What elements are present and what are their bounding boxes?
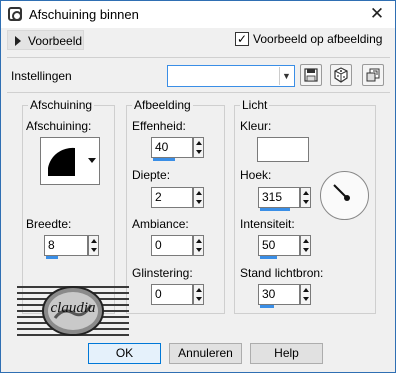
window-title: Afschuining binnen bbox=[29, 7, 139, 22]
intensity-input[interactable]: 50 bbox=[258, 235, 300, 256]
intensity-label: Intensiteit: bbox=[240, 217, 295, 231]
depth-input[interactable]: 2 bbox=[151, 187, 193, 208]
expand-triangle-icon bbox=[15, 36, 21, 46]
ambience-spin-buttons[interactable] bbox=[193, 235, 204, 256]
randomize-button[interactable] bbox=[330, 64, 352, 86]
angle-label: Hoek: bbox=[240, 168, 272, 182]
ok-button[interactable]: OK bbox=[88, 343, 161, 364]
angle-dial[interactable] bbox=[320, 171, 369, 220]
chevron-down-icon[interactable]: ▼ bbox=[279, 67, 293, 85]
angle-spin-buttons[interactable] bbox=[300, 187, 311, 208]
close-icon[interactable]: ✕ bbox=[367, 4, 387, 24]
angle-dial-needle-icon bbox=[333, 184, 350, 201]
light-color-label: Kleur: bbox=[240, 119, 272, 133]
app-camera-icon bbox=[8, 7, 22, 21]
angle-slider-bar[interactable] bbox=[260, 208, 290, 211]
smoothness-input[interactable]: 40 bbox=[151, 137, 193, 158]
reset-button[interactable] bbox=[362, 64, 384, 86]
smoothness-label: Effenheid: bbox=[132, 119, 186, 133]
save-preset-button[interactable] bbox=[300, 64, 322, 86]
smoothness-slider-bar[interactable] bbox=[153, 158, 175, 161]
preset-dropdown[interactable]: ▼ bbox=[167, 65, 295, 87]
preview-on-image-label: Voorbeeld op afbeelding bbox=[253, 32, 383, 46]
width-spin-buttons[interactable] bbox=[88, 235, 99, 256]
ambience-label: Ambiance: bbox=[132, 217, 189, 231]
elevation-spin-buttons[interactable] bbox=[300, 284, 311, 305]
image-group-title: Afbeelding bbox=[132, 98, 193, 112]
preview-toggle-button[interactable]: Voorbeeld bbox=[7, 30, 84, 50]
shininess-spin-buttons[interactable] bbox=[193, 284, 204, 305]
divider bbox=[7, 57, 390, 58]
bevel-group-title: Afschuining bbox=[28, 98, 95, 112]
intensity-spin-buttons[interactable] bbox=[300, 235, 311, 256]
preview-on-image-checkbox[interactable]: ✓ bbox=[235, 32, 249, 46]
claudia-watermark-logo: claudia bbox=[17, 286, 129, 336]
light-group-title: Licht bbox=[240, 98, 270, 112]
chevron-down-icon[interactable] bbox=[88, 158, 96, 163]
angle-input[interactable]: 315 bbox=[258, 187, 300, 208]
depth-label: Diepte: bbox=[132, 168, 171, 182]
smoothness-spin-buttons[interactable] bbox=[193, 137, 204, 158]
title-bar: Afschuining binnen ✕ bbox=[1, 1, 395, 28]
preview-toggle-label: Voorbeeld bbox=[28, 34, 83, 48]
bevel-shape-label: Afschuining: bbox=[26, 119, 92, 133]
shininess-label: Glinstering: bbox=[132, 266, 193, 280]
divider bbox=[7, 92, 390, 93]
elevation-label: Stand lichtbron: bbox=[240, 266, 324, 280]
cancel-button[interactable]: Annuleren bbox=[169, 343, 242, 364]
width-label: Breedte: bbox=[26, 217, 72, 231]
shininess-input[interactable]: 0 bbox=[151, 284, 193, 305]
save-preset-icon bbox=[304, 68, 318, 82]
logo-text: claudia bbox=[51, 300, 96, 316]
settings-label: Instellingen bbox=[11, 69, 72, 83]
intensity-slider-bar[interactable] bbox=[260, 256, 277, 259]
randomize-dice-icon bbox=[334, 67, 348, 83]
help-button[interactable]: Help bbox=[250, 343, 323, 364]
elevation-slider-bar[interactable] bbox=[260, 305, 274, 308]
light-color-swatch[interactable] bbox=[257, 137, 309, 162]
dialog-window: Afschuining binnen ✕ Voorbeeld ✓ Voorbee… bbox=[0, 0, 396, 373]
width-slider-bar[interactable] bbox=[46, 256, 58, 259]
width-input[interactable]: 8 bbox=[44, 235, 88, 256]
reset-icon bbox=[366, 68, 380, 82]
depth-spin-buttons[interactable] bbox=[193, 187, 204, 208]
ambience-input[interactable]: 0 bbox=[151, 235, 193, 256]
elevation-input[interactable]: 30 bbox=[258, 284, 300, 305]
